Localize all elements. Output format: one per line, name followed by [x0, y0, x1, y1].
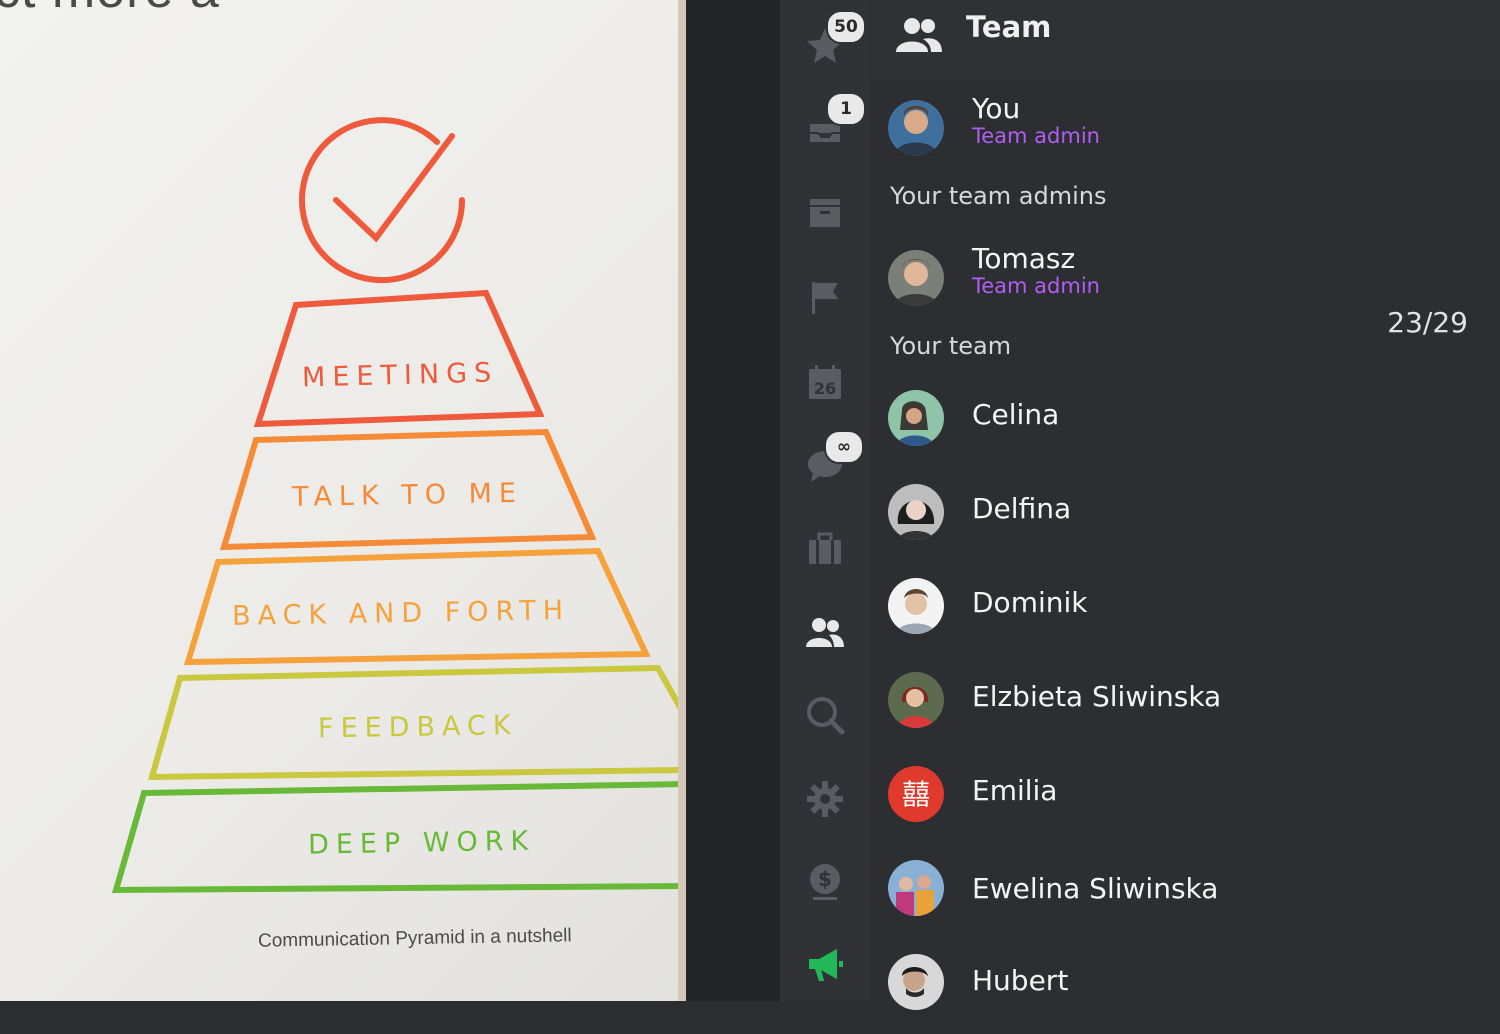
favorites-badge: 50: [826, 10, 866, 44]
app-window: 50 1 26 ∞ $ Team You Team admin Your tea…: [686, 0, 1500, 1010]
section-label-team: Your team: [890, 332, 1012, 360]
inbox-badge: 1: [826, 92, 866, 126]
icon-rail: 50 1 26 ∞ $: [780, 0, 870, 1001]
avatar: [888, 484, 944, 540]
gear-icon[interactable]: [802, 776, 848, 822]
member-name: Celina: [972, 398, 1060, 431]
chat-badge: ∞: [824, 430, 864, 464]
panel-header: Team: [870, 0, 1500, 80]
section-label-admins: Your team admins: [890, 182, 1107, 210]
member-name: Elzbieta Sliwinska: [972, 680, 1222, 713]
flag-icon[interactable]: [802, 274, 848, 320]
member-name: You: [972, 92, 1021, 125]
team-panel: Team You Team admin Your team admins Tom…: [870, 0, 1500, 1010]
check-icon: [299, 117, 465, 284]
team-count: 23/29: [1387, 306, 1468, 339]
team-header-icon: [896, 18, 942, 52]
avatar: [888, 100, 944, 156]
member-role: Team admin: [972, 124, 1100, 148]
member-elzbieta-sliwinska[interactable]: Elzbieta Sliwinska: [870, 660, 1500, 752]
avatar: [888, 390, 944, 446]
archive-icon[interactable]: [802, 190, 848, 236]
member-hubert[interactable]: Hubert: [870, 942, 1500, 1034]
member-name: Ewelina Sliwinska: [972, 872, 1219, 905]
member-name: Emilia: [972, 774, 1058, 807]
briefcase-icon[interactable]: [802, 526, 848, 572]
calendar-icon[interactable]: 26: [802, 360, 848, 406]
member-emilia[interactable]: 囍 Emilia: [870, 754, 1500, 846]
tier-label-deep-work: DEEP WORK: [308, 826, 536, 861]
megaphone-icon[interactable]: [802, 942, 848, 988]
member-delfina[interactable]: Delfina: [870, 472, 1500, 564]
billing-icon[interactable]: $: [802, 858, 848, 904]
communication-pyramid: MEETINGS TALK TO ME BACK AND FORTH FEEDB…: [112, 117, 686, 894]
calendar-day: 26: [814, 379, 836, 398]
window-edge: [686, 0, 780, 1001]
star-icon[interactable]: 50: [802, 10, 866, 68]
member-you[interactable]: You Team admin: [870, 88, 1500, 180]
page-title: Team: [966, 10, 1052, 44]
svg-text:$: $: [818, 867, 832, 891]
tier-label-meetings: MEETINGS: [302, 357, 499, 393]
tier-label-back-and-forth: BACK AND FORTH: [232, 595, 571, 632]
avatar: [888, 860, 944, 916]
member-name: Tomasz: [972, 242, 1076, 275]
member-role: Team admin: [972, 274, 1100, 298]
avatar: [888, 672, 944, 728]
team-icon[interactable]: [802, 610, 848, 656]
tier-label-feedback: FEEDBACK: [318, 710, 518, 744]
svg-text:囍: 囍: [902, 778, 930, 811]
member-ewelina-sliwinska[interactable]: Ewelina Sliwinska: [870, 848, 1500, 940]
member-name: Dominik: [972, 586, 1088, 619]
avatar: [888, 954, 944, 1010]
member-name: Delfina: [972, 492, 1072, 525]
search-icon[interactable]: [802, 692, 848, 738]
member-dominik[interactable]: Dominik: [870, 566, 1500, 658]
inbox-icon[interactable]: 1: [802, 92, 866, 152]
chat-icon[interactable]: ∞: [802, 430, 864, 488]
member-celina[interactable]: Celina: [870, 378, 1500, 470]
member-name: Hubert: [972, 964, 1069, 997]
avatar: [888, 250, 944, 306]
paper-sheet: ct more a MEETINGS TALK TO ME BACK AND F…: [0, 0, 686, 1001]
tier-label-talk-to-me: TALK TO ME: [291, 478, 523, 513]
avatar: 囍: [888, 766, 944, 822]
avatar: [888, 578, 944, 634]
